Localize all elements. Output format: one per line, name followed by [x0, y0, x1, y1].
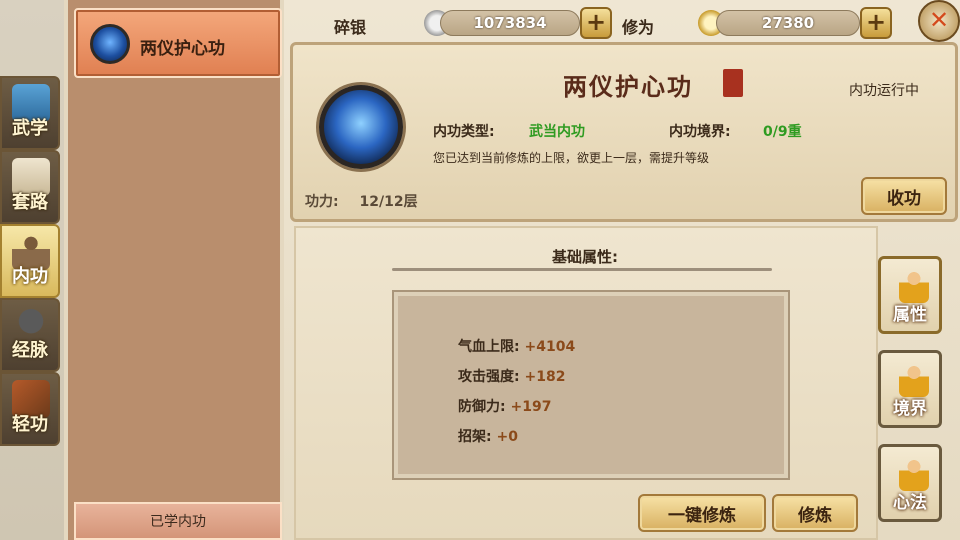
side-tab-label: 心法 — [893, 493, 927, 513]
skill-portrait-icon — [319, 85, 403, 169]
stat-key: 气血上限: — [458, 339, 520, 355]
side-tab-label: 属性 — [893, 305, 927, 325]
silver-label: 碎银 — [334, 18, 367, 37]
limit-message: 您已达到当前修炼的上限，欲更上一层，需提升等级 — [433, 151, 710, 165]
tab-martial-arts[interactable]: 武学 — [0, 76, 60, 150]
train-button[interactable]: 修炼 — [772, 494, 858, 532]
tab-label: 武学 — [12, 118, 48, 139]
heading-divider — [392, 268, 772, 271]
cultivation-label: 修为 — [622, 18, 655, 37]
stat-value: +4104 — [524, 339, 576, 355]
tab-lightness-skill[interactable]: 轻功 — [0, 372, 60, 446]
monk-figure-icon — [899, 363, 929, 397]
cultivation-amount: 27380 — [716, 10, 860, 36]
attributes-heading: 基础属性: — [552, 248, 618, 266]
stat-key: 攻击强度: — [458, 369, 520, 385]
realm-label: 内功境界: — [669, 124, 731, 140]
tab-routines[interactable]: 套路 — [0, 150, 60, 224]
side-tab-label: 境界 — [893, 399, 927, 419]
side-tab-realm[interactable]: 境界 — [878, 350, 942, 428]
add-silver-button[interactable]: + — [580, 7, 612, 39]
warrior-figure-icon — [899, 269, 929, 303]
stats-box: 气血上限: +4104 攻击强度: +182 防御力: +197 招架: +0 — [392, 290, 790, 480]
list-item[interactable]: 两仪护心功 — [74, 8, 282, 78]
stat-value: +182 — [524, 369, 566, 385]
silver-amount: 1073834 — [440, 10, 580, 36]
skill-icon — [90, 24, 130, 64]
tab-label: 套路 — [12, 192, 48, 213]
stat-row: 气血上限: +4104 — [458, 336, 575, 356]
category-tabs: 武学 套路 内功 经脉 轻功 — [0, 76, 62, 446]
seal-stamp-icon — [723, 69, 743, 97]
tab-meridians[interactable]: 经脉 — [0, 298, 60, 372]
stat-value: +0 — [496, 429, 518, 445]
learned-skills-tab[interactable]: 已学内功 — [74, 502, 282, 540]
close-button[interactable]: ✕ — [918, 0, 960, 42]
attributes-panel: 基础属性: 气血上限: +4104 攻击强度: +182 防御力: +197 招… — [294, 226, 878, 540]
type-value: 武当内功 — [529, 124, 585, 140]
side-tab-mind-method[interactable]: 心法 — [878, 444, 942, 522]
stat-value: +197 — [510, 399, 552, 415]
skill-list-panel: 两仪护心功 已学内功 — [64, 0, 284, 540]
stat-key: 招架: — [458, 429, 492, 445]
one-click-train-button[interactable]: 一键修炼 — [638, 494, 766, 532]
add-cultivation-button[interactable]: + — [860, 7, 892, 39]
realm-value: 0/9重 — [763, 124, 802, 140]
tab-label: 轻功 — [12, 414, 48, 435]
retract-button[interactable]: 收功 — [861, 177, 947, 215]
stat-row: 招架: +0 — [458, 426, 518, 446]
power-label: 功力: — [305, 194, 339, 210]
tab-inner-skill[interactable]: 内功 — [0, 224, 60, 298]
stat-key: 防御力: — [458, 399, 506, 415]
tab-label: 内功 — [12, 266, 48, 287]
game-screen: 武学 套路 内功 经脉 轻功 两仪护心功 已学内功 碎银 1073834 + 修… — [0, 0, 960, 540]
power-value: 12/12层 — [359, 194, 418, 210]
meditating-figure-icon — [899, 457, 929, 491]
stat-row: 防御力: +197 — [458, 396, 551, 416]
side-tab-attributes[interactable]: 属性 — [878, 256, 942, 334]
tab-label: 经脉 — [12, 340, 48, 361]
skill-name: 两仪护心功 — [140, 39, 225, 59]
power-row: 功力: 12/12层 — [305, 191, 418, 211]
status-badge: 内功运行中 — [849, 83, 919, 99]
type-label: 内功类型: — [433, 124, 495, 140]
skill-title: 两仪护心功 — [563, 72, 693, 101]
stat-row: 攻击强度: +182 — [458, 366, 565, 386]
skill-detail-panel: 两仪护心功 内功运行中 内功类型: 武当内功 内功境界: 0/9重 您已达到当前… — [290, 42, 958, 222]
